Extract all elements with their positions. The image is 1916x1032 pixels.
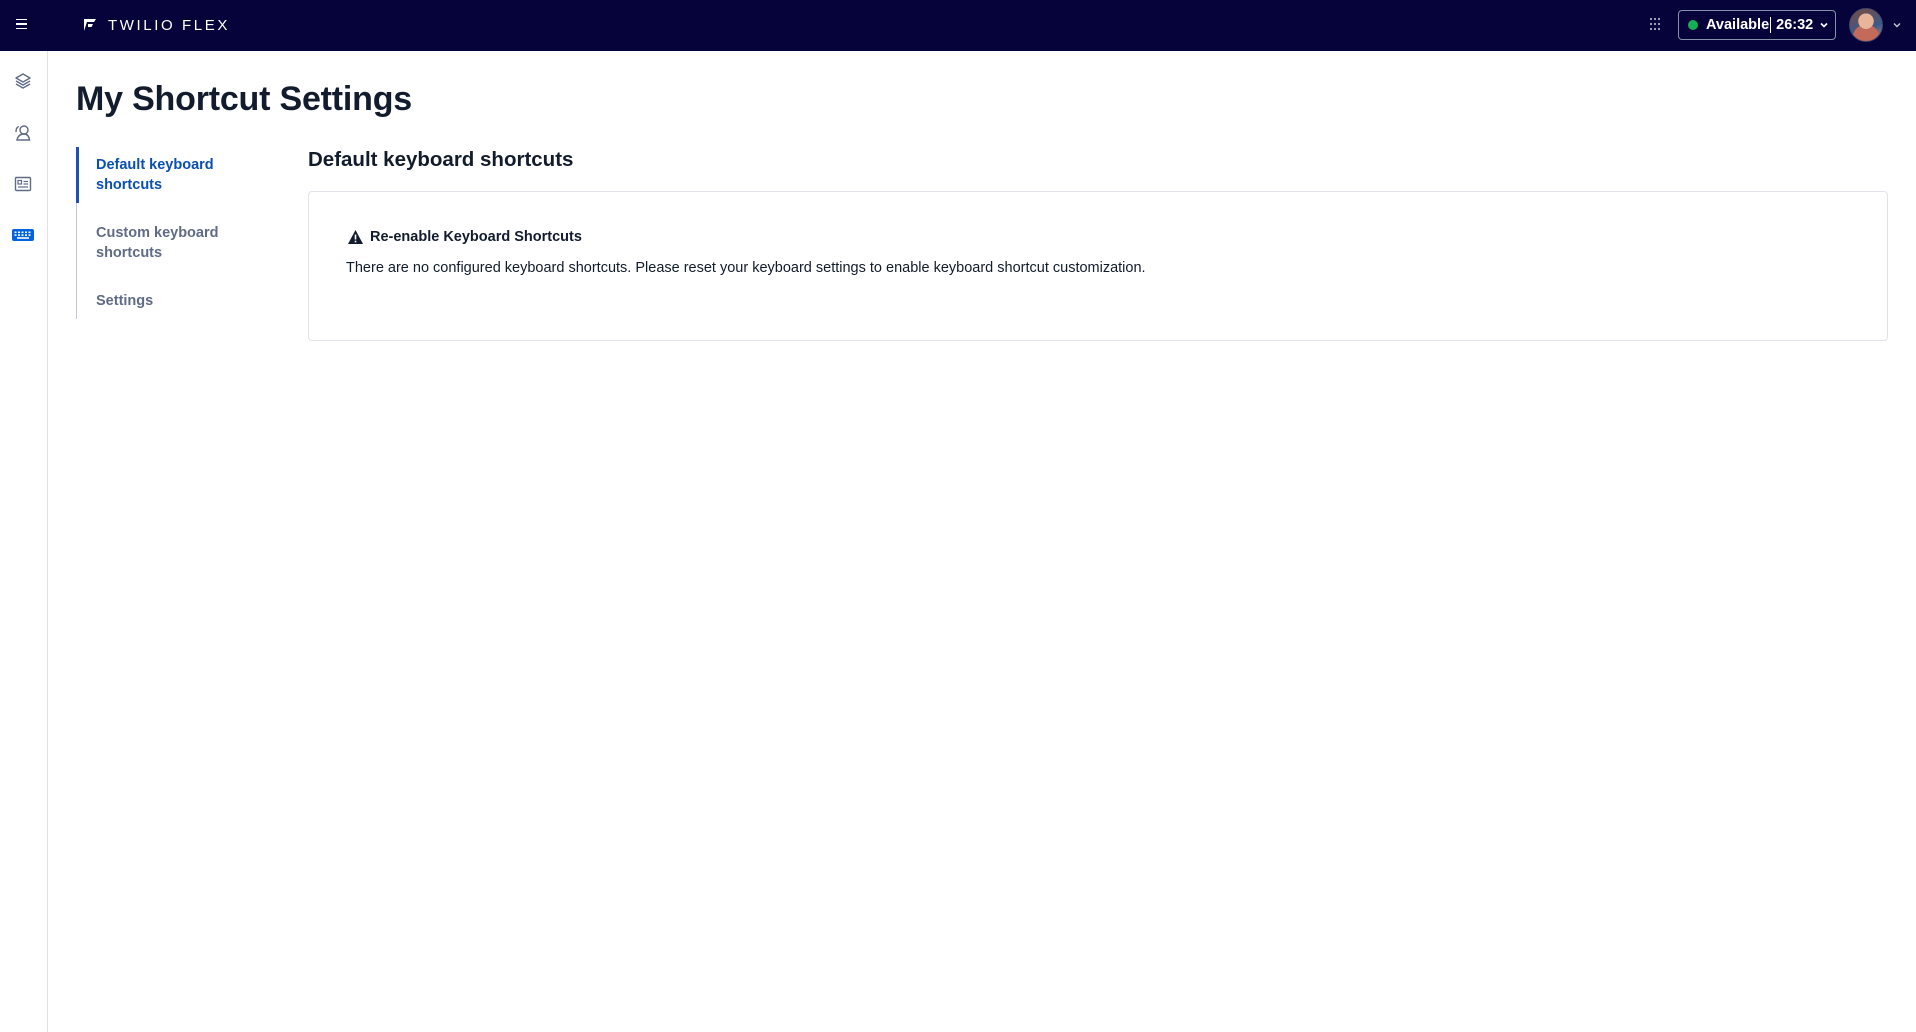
subnav-item-settings[interactable]: Settings bbox=[77, 291, 267, 311]
status-dot bbox=[1688, 20, 1698, 30]
keyboard-icon bbox=[12, 229, 34, 241]
warning-icon bbox=[348, 230, 363, 244]
user-avatar[interactable] bbox=[1849, 8, 1883, 42]
rail-item-layers[interactable] bbox=[8, 66, 38, 96]
section-title: Default keyboard shortcuts bbox=[308, 148, 574, 171]
brand-name: TWILIO FLEX bbox=[108, 16, 230, 34]
apps-grid-icon[interactable] bbox=[1648, 16, 1662, 32]
activity-status-dropdown[interactable]: Available 26:32 bbox=[1678, 10, 1836, 40]
notice-heading: Re-enable Keyboard Shortcuts bbox=[347, 229, 582, 245]
subnav-item-custom-shortcuts[interactable]: Custom keyboard shortcuts bbox=[77, 223, 267, 263]
notice-body: There are no configured keyboard shortcu… bbox=[346, 260, 1146, 276]
rail-item-contacts[interactable] bbox=[8, 169, 38, 199]
subnav-item-default-shortcuts[interactable]: Default keyboard shortcuts bbox=[77, 155, 267, 195]
contact-card-icon bbox=[14, 176, 32, 192]
side-nav-rail bbox=[0, 51, 48, 1032]
menu-icon[interactable] bbox=[13, 15, 31, 33]
twilio-logo-icon bbox=[84, 19, 96, 31]
top-bar: TWILIO FLEX Available 26:32 bbox=[0, 0, 1916, 51]
status-timer: 26:32 bbox=[1776, 17, 1814, 33]
chevron-down-icon bbox=[1820, 22, 1828, 28]
status-label: Available bbox=[1706, 17, 1770, 33]
layers-icon bbox=[15, 73, 31, 89]
notice-title: Re-enable Keyboard Shortcuts bbox=[370, 229, 582, 245]
brand-logo[interactable]: TWILIO FLEX bbox=[82, 15, 230, 35]
rail-item-agents[interactable] bbox=[8, 118, 38, 148]
settings-subnav: Default keyboard shortcuts Custom keyboa… bbox=[76, 147, 266, 319]
notice-card: Re-enable Keyboard Shortcuts There are n… bbox=[308, 191, 1888, 341]
status-divider bbox=[1770, 17, 1772, 33]
agent-icon bbox=[15, 125, 31, 141]
user-menu-chevron-icon[interactable] bbox=[1892, 20, 1902, 30]
rail-item-keyboard[interactable] bbox=[8, 220, 38, 250]
page-title: My Shortcut Settings bbox=[76, 80, 413, 118]
